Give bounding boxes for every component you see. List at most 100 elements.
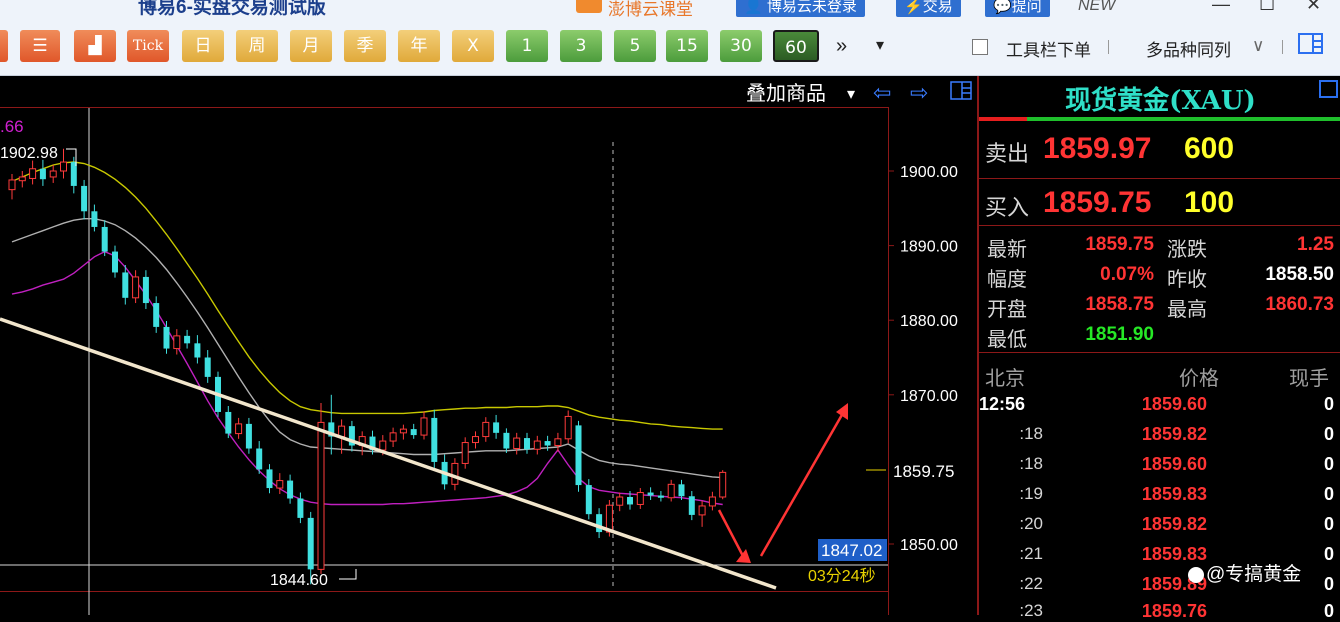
tick-time: :20 [1019, 514, 1043, 533]
overlay-product-dropdown[interactable]: 叠加商品 [746, 81, 826, 105]
toolbar-order-checkbox[interactable] [972, 39, 988, 55]
candle-body [513, 437, 521, 450]
login-button[interactable]: 👤 博易云未登录 [736, 0, 865, 17]
tick-time: :18 [1019, 424, 1043, 443]
tick-volume: 0 [1323, 514, 1334, 534]
lightning-icon: ⚡ [904, 0, 923, 15]
close-button[interactable]: ✕ [1306, 0, 1321, 15]
trade-button[interactable]: ⚡交易 [896, 0, 961, 17]
stat-label-low: 最低 [987, 329, 1027, 351]
candle-body [482, 421, 490, 438]
candles [8, 148, 727, 585]
candle-body [266, 469, 273, 489]
maximize-button[interactable]: ☐ [1259, 0, 1275, 15]
period-5min-button[interactable]: 5 [614, 30, 656, 62]
tick-button[interactable]: Tick [127, 30, 169, 62]
period-custom-button[interactable]: X [452, 30, 494, 62]
tick-header-volume: 现手 [1289, 368, 1329, 390]
period-60min-button[interactable]: 60 [773, 30, 819, 62]
candle-body [585, 485, 592, 515]
stat-value-last: 1859.75 [1085, 234, 1154, 255]
tick-price: 1859.60 [1141, 454, 1207, 474]
dropdown-icon[interactable]: ▾ [876, 30, 884, 62]
stat-value-low: 1851.90 [1085, 324, 1154, 345]
stat-label-pct: 幅度 [987, 269, 1027, 291]
chart-view-button[interactable]: ▟ [74, 30, 116, 62]
candle-body [420, 417, 428, 436]
period-3min-button[interactable]: 3 [560, 30, 602, 62]
buy-volume: 100 [1184, 186, 1235, 219]
tick-time: :22 [1019, 574, 1043, 593]
candlestick-chart[interactable]: 1900.00 1890.00 1880.00 1870.00 1850.00 叠加商品… [0, 76, 977, 615]
stat-label-change: 涨跌 [1167, 239, 1207, 261]
candle-body [173, 335, 181, 350]
tick-volume: 0 [1323, 601, 1334, 621]
separator [1282, 40, 1283, 54]
period-week-button[interactable]: 周 [236, 30, 278, 62]
stat-value-prevclose: 1858.50 [1265, 264, 1334, 285]
more-periods-icon[interactable]: » [836, 30, 847, 62]
period-day-button[interactable]: 日 [182, 30, 224, 62]
candle-body [678, 484, 685, 497]
candle-body [287, 480, 294, 499]
list-view-button[interactable]: ☰ [20, 30, 60, 62]
chevron-down-icon[interactable]: ∨ [1252, 36, 1264, 56]
stat-value-pct: 0.07% [1100, 264, 1154, 285]
tick-volume: 0 [1323, 394, 1334, 414]
candle-body [451, 462, 459, 485]
video-icon [576, 0, 602, 13]
candle-body [256, 448, 263, 470]
candle-body [18, 176, 26, 182]
candle-body [225, 411, 232, 434]
candle-body [132, 276, 140, 299]
tick-time: :18 [1019, 454, 1043, 473]
candle-body [688, 496, 695, 515]
candle-body [60, 161, 67, 172]
toolbar-edge-button[interactable] [0, 30, 8, 62]
minimize-button[interactable]: — [1212, 0, 1230, 15]
user-icon: 👤 [744, 0, 763, 15]
layout-icon[interactable] [950, 81, 972, 100]
up-arrow-head [836, 403, 848, 420]
period-month-button[interactable]: 月 [290, 30, 332, 62]
period-30min-button[interactable]: 30 [720, 30, 762, 62]
candle-body [533, 440, 541, 450]
price-axis-label: 1890.00 [900, 239, 958, 256]
candle-body [493, 422, 500, 433]
bar-chart-icon: ▟ [88, 36, 102, 56]
buy-price[interactable]: 1859.75 [1043, 186, 1151, 220]
period-quarter-button[interactable]: 季 [344, 30, 386, 62]
promo-label: 澎博云课堂 [608, 0, 693, 18]
period-year-button[interactable]: 年 [398, 30, 440, 62]
current-price-label: 1859.75 [893, 462, 954, 481]
period-15min-button[interactable]: 15 [666, 30, 708, 62]
candle-body [503, 432, 510, 449]
layout-icon [1298, 33, 1323, 54]
candle-body [297, 498, 304, 518]
promo-link[interactable]: 澎博云课堂 [576, 0, 693, 18]
arrow-left-icon[interactable]: ⇦ [873, 80, 891, 105]
candle-body [276, 480, 284, 489]
candle-body [616, 496, 624, 506]
plot-right-border [888, 107, 889, 615]
candle-body [163, 326, 170, 349]
period-1min-button[interactable]: 1 [506, 30, 548, 62]
stat-label-open: 开盘 [987, 299, 1027, 321]
help-button[interactable]: 💬提问 [985, 0, 1050, 17]
candle-body [235, 423, 243, 435]
panel-maximize-icon[interactable] [1319, 80, 1338, 98]
tick-time: :19 [1019, 484, 1043, 503]
multi-product-select[interactable]: 多品种同列 [1146, 36, 1231, 61]
candle-body [142, 276, 149, 304]
candle-body [8, 179, 16, 191]
arrow-right-icon[interactable]: ⇨ [910, 80, 928, 105]
candle-body [49, 170, 57, 178]
candle-body [245, 423, 252, 449]
chevron-down-icon[interactable]: ▾ [847, 86, 855, 103]
sell-price[interactable]: 1859.97 [1043, 132, 1151, 166]
layout-toggle-button[interactable] [1298, 32, 1324, 61]
stat-label-high: 最高 [1167, 299, 1207, 321]
chart-annotations [0, 148, 848, 590]
chat-icon: 💬 [993, 0, 1012, 15]
candle-body [153, 303, 160, 327]
